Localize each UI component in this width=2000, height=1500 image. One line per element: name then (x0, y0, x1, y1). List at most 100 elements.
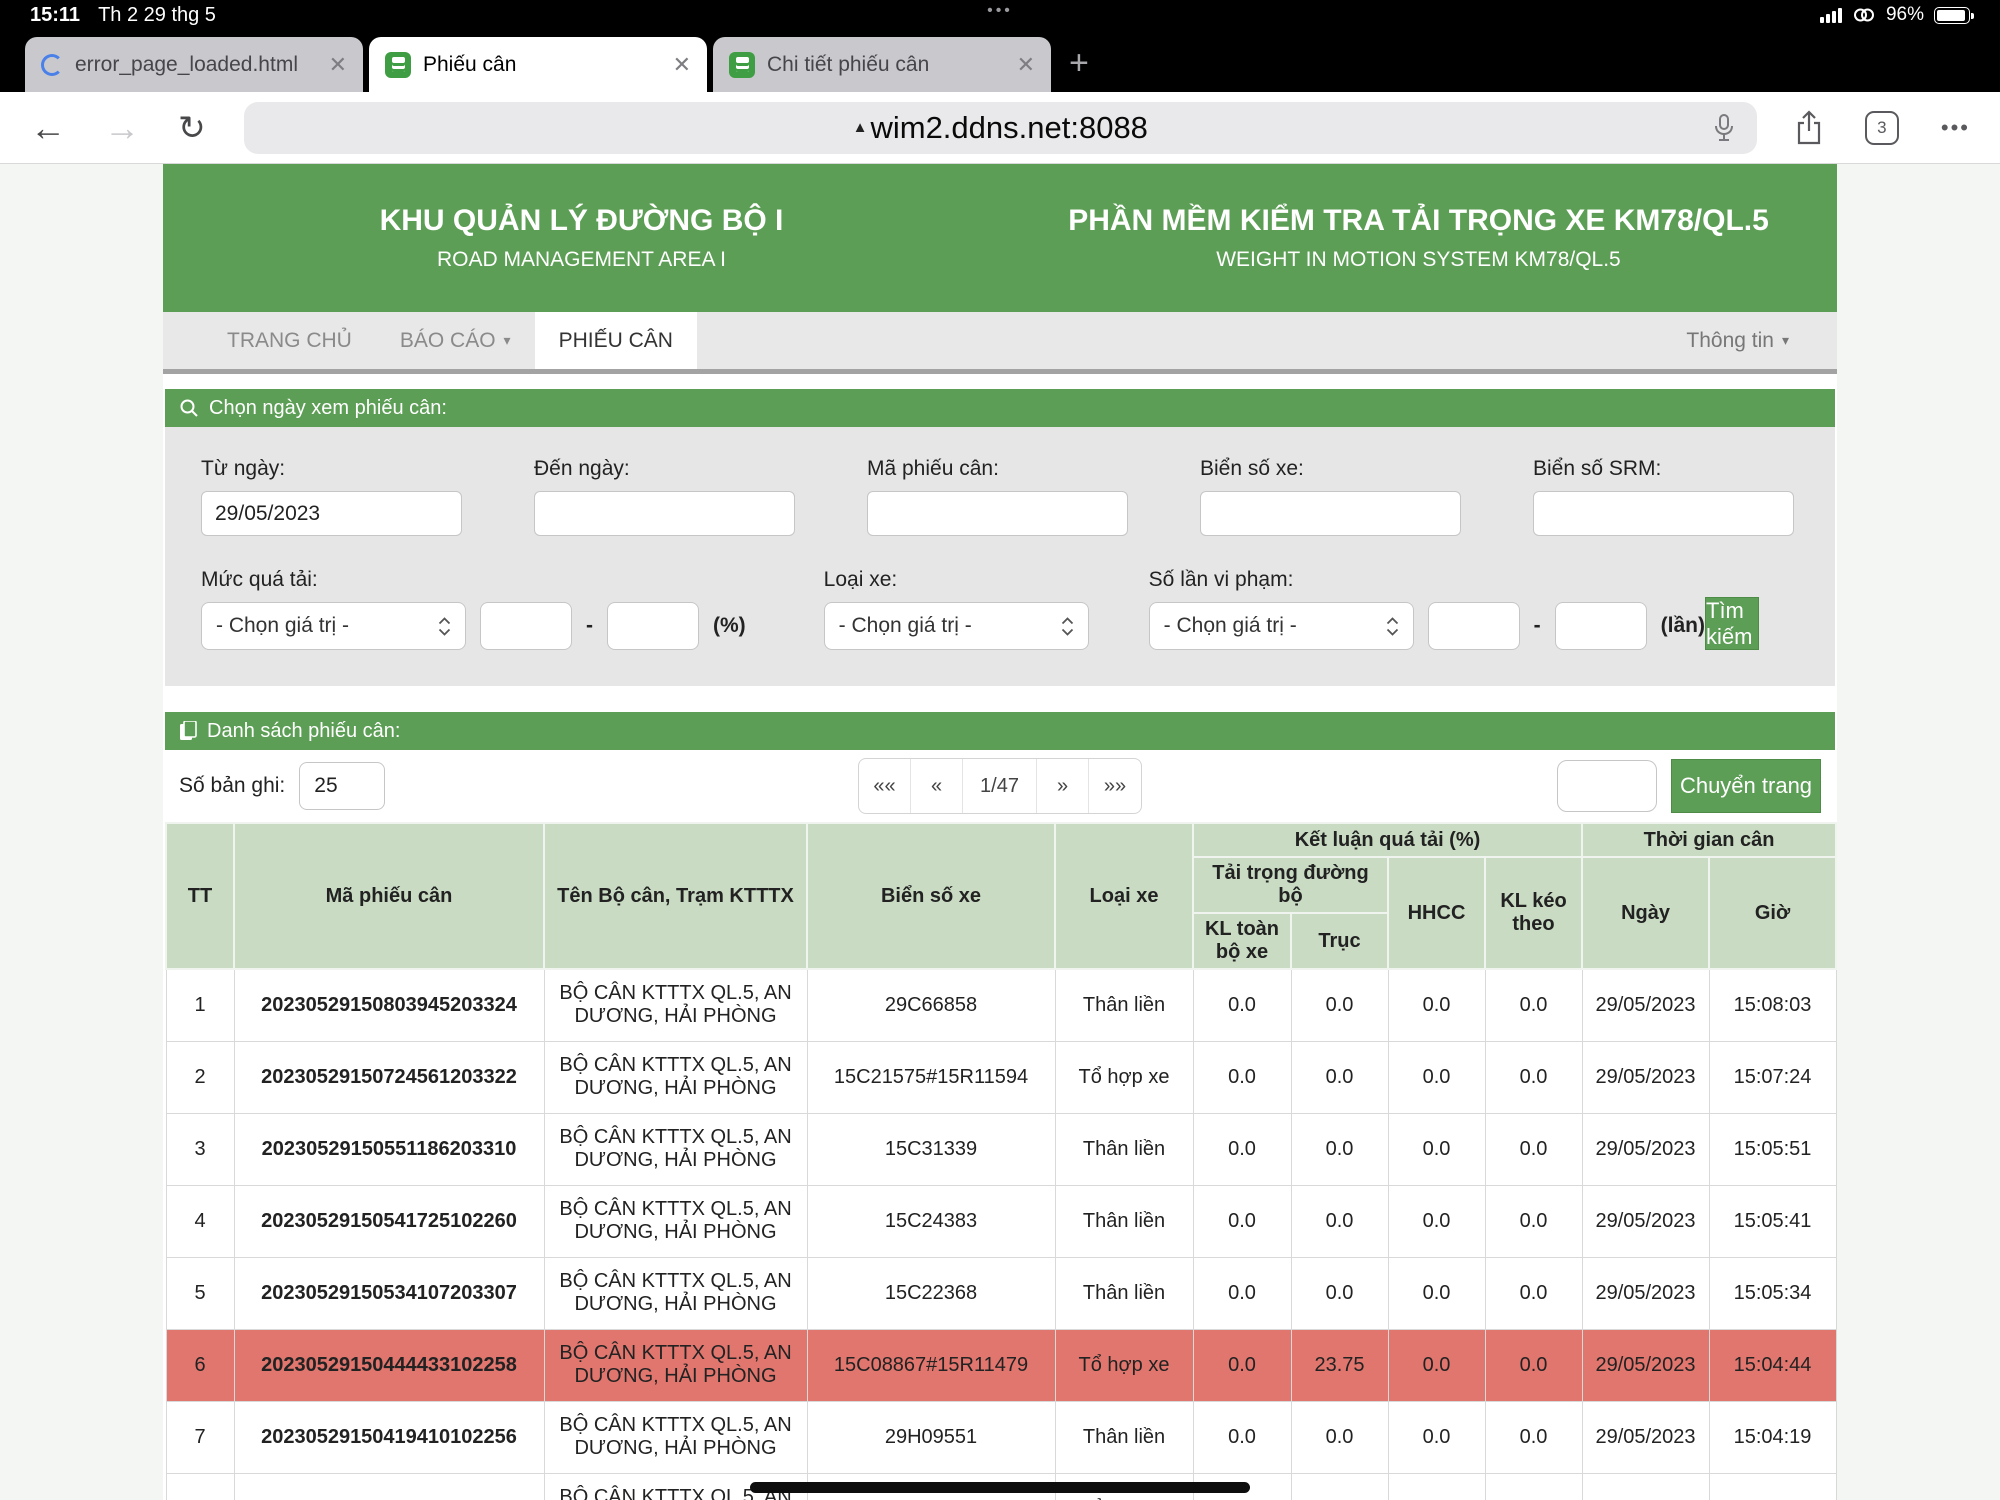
list-controls: Số bản ghi: 25 «« « 1/47 » »» Chuyển tra… (163, 750, 1837, 822)
tab-overview-button[interactable]: 3 (1865, 111, 1899, 145)
address-bar[interactable]: ▲ wim2.ddns.net:8088 (244, 102, 1757, 154)
col-header-tt: TT (166, 823, 234, 969)
cell-code: 20230529150419410102256 (234, 1401, 544, 1473)
close-icon[interactable]: ✕ (1017, 52, 1035, 78)
vehicle-type-label: Loại xe: (824, 568, 1089, 592)
cell-axle: 0.0 (1291, 1041, 1388, 1113)
col-header-station: Tên Bộ cân, Trạm KTTTX (544, 823, 807, 969)
cell-time: 15:03:40 (1709, 1473, 1836, 1500)
pager-last-button[interactable]: »» (1089, 759, 1141, 813)
pager-current-page: 1/47 (963, 759, 1037, 813)
cell-tt: 6 (166, 1329, 234, 1401)
microphone-icon[interactable] (1713, 113, 1735, 143)
tab-title: error_page_loaded.html (75, 53, 317, 77)
nav-item-trang-chu[interactable]: TRANG CHỦ (203, 312, 376, 369)
cell-time: 15:05:41 (1709, 1185, 1836, 1257)
overload-label: Mức quá tải: (201, 568, 746, 592)
range-dash: - (1534, 614, 1541, 638)
violation-max-input[interactable] (1555, 602, 1647, 650)
back-button[interactable]: ← (30, 110, 66, 146)
table-row-highlighted[interactable]: 6 20230529150444433102258 BỘ CÂN KTTTX Q… (166, 1329, 1836, 1401)
nav-item-thong-tin[interactable]: Thông tin ▾ (1686, 312, 1837, 369)
pager-next-button[interactable]: » (1037, 759, 1089, 813)
table-row[interactable]: 3 20230529150551186203310 BỘ CÂN KTTTX Q… (166, 1113, 1836, 1185)
cell-hhcc: 0.0 (1388, 1257, 1485, 1329)
vehicle-type-select[interactable]: - Chọn giá trị - (824, 602, 1089, 650)
list-section-header: Danh sách phiếu cân: (165, 712, 1835, 750)
cell-axle: 0.0 (1291, 1473, 1388, 1500)
cell-vtype: Thân liền (1055, 969, 1193, 1041)
table-row[interactable]: 7 20230529150419410102256 BỘ CÂN KTTTX Q… (166, 1401, 1836, 1473)
chevron-down-icon: ▾ (1782, 332, 1789, 349)
forward-button[interactable]: → (104, 110, 140, 146)
col-header-time: Giờ (1709, 857, 1836, 969)
cell-code: 20230529150444433102258 (234, 1329, 544, 1401)
overload-select[interactable]: - Chọn giá trị - (201, 602, 466, 650)
cell-tow: 0.0 (1485, 1257, 1582, 1329)
violation-select[interactable]: - Chọn giá trị - (1149, 602, 1414, 650)
col-header-kl-tow: KL kéo theo (1485, 857, 1582, 969)
cell-date: 29/05/2023 (1582, 1041, 1709, 1113)
nav-item-bao-cao[interactable]: BÁO CÁO ▾ (376, 312, 535, 369)
select-chevrons-icon (438, 617, 451, 636)
nav-item-phieu-can[interactable]: PHIẾU CÂN (535, 312, 697, 369)
pager-prev-button[interactable]: « (911, 759, 963, 813)
select-chevrons-icon (1386, 617, 1399, 636)
close-icon[interactable]: ✕ (329, 52, 347, 78)
overload-min-input[interactable] (480, 602, 572, 650)
col-header-vtype: Loại xe (1055, 823, 1193, 969)
cell-code: 20230529150724561203322 (234, 1041, 544, 1113)
records-per-page-input[interactable]: 25 (299, 762, 385, 810)
table-row[interactable]: 2 20230529150724561203322 BỘ CÂN KTTTX Q… (166, 1041, 1836, 1113)
overload-max-input[interactable] (607, 602, 699, 650)
search-button[interactable]: Tìm kiếm (1705, 597, 1759, 650)
tab-error-page[interactable]: error_page_loaded.html ✕ (25, 37, 363, 92)
app-title-en: WEIGHT IN MOTION SYSTEM KM78/QL.5 (1216, 248, 1621, 272)
site-header: KHU QUẢN LÝ ĐƯỜNG BỘ I ROAD MANAGEMENT A… (163, 164, 1837, 312)
cell-tow: 0.0 (1485, 1041, 1582, 1113)
tab-phieu-can[interactable]: Phiếu cân ✕ (369, 37, 707, 92)
home-indicator[interactable] (750, 1482, 1250, 1493)
share-icon[interactable] (1795, 110, 1823, 146)
to-date-input[interactable] (534, 491, 795, 536)
tab-chi-tiet[interactable]: Chi tiết phiếu cân ✕ (713, 37, 1051, 92)
close-icon[interactable]: ✕ (673, 52, 691, 78)
cell-vtype: Thân liền (1055, 1257, 1193, 1329)
pager-first-button[interactable]: «« (859, 759, 911, 813)
cell-kl: 0.0 (1193, 1257, 1291, 1329)
cell-date: 29/05/2023 (1582, 1257, 1709, 1329)
browser-menu-icon[interactable]: ••• (1941, 115, 1970, 141)
main-nav: TRANG CHỦ BÁO CÁO ▾ PHIẾU CÂN Thông tin … (163, 312, 1837, 369)
goto-page-input[interactable] (1557, 760, 1657, 812)
col-header-hhcc: HHCC (1388, 857, 1485, 969)
cell-tt: 8 (166, 1473, 234, 1500)
srm-plate-input[interactable] (1533, 491, 1794, 536)
table-row[interactable]: 4 20230529150541725102260 BỘ CÂN KTTTX Q… (166, 1185, 1836, 1257)
violation-min-input[interactable] (1428, 602, 1520, 650)
cell-axle: 0.0 (1291, 1401, 1388, 1473)
cell-time: 15:04:44 (1709, 1329, 1836, 1401)
cell-plate: 29H09551 (807, 1401, 1055, 1473)
percent-suffix: (%) (713, 614, 746, 638)
battery-percent: 96% (1886, 4, 1924, 26)
select-value: - Chọn giá trị - (216, 614, 349, 638)
goto-page-button[interactable]: Chuyển trang (1671, 759, 1821, 813)
cell-code: 20230529150803945203324 (234, 969, 544, 1041)
table-row[interactable]: 1 20230529150803945203324 BỘ CÂN KTTTX Q… (166, 969, 1836, 1041)
from-date-input[interactable]: 29/05/2023 (201, 491, 462, 536)
status-more-dots-icon: ••• (987, 2, 1013, 20)
cell-plate: 15C31339 (807, 1113, 1055, 1185)
tab-title: Phiếu cân (423, 53, 661, 77)
cell-plate: 15C08867#15R11479 (807, 1329, 1055, 1401)
srm-plate-label: Biển số SRM: (1533, 457, 1794, 481)
table-row[interactable]: 5 20230529150534107203307 BỘ CÂN KTTTX Q… (166, 1257, 1836, 1329)
reload-button[interactable]: ↻ (178, 111, 206, 144)
plate-input[interactable] (1200, 491, 1461, 536)
new-tab-button[interactable]: + (1069, 46, 1089, 80)
cell-station: BỘ CÂN KTTTX QL.5, AN DƯƠNG, HẢI PHÒNG (544, 1257, 807, 1329)
col-header-date: Ngày (1582, 857, 1709, 969)
col-header-road-load: Tải trọng đường bộ (1193, 857, 1388, 913)
times-suffix: (lần) (1661, 614, 1705, 638)
nav-label: BÁO CÁO (400, 329, 496, 353)
ticket-code-input[interactable] (867, 491, 1128, 536)
